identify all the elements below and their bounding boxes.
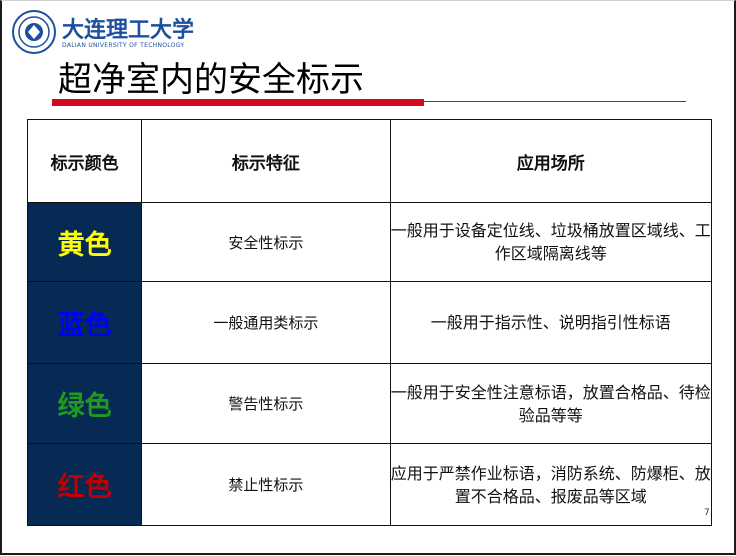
header-sign-feature: 标示特征 <box>141 119 391 203</box>
usage-cell: 一般用于安全性注意标语，放置合格品、待检验品等等 <box>389 363 713 444</box>
usage-cell: 一般用于设备定位线、垃圾桶放置区域线、工作区域隔离线等 <box>389 202 713 282</box>
feature-cell: 禁止性标示 <box>141 443 391 526</box>
feature-cell: 一般通用类标示 <box>141 281 391 364</box>
usage-cell: 一般用于指示性、说明指引性标语 <box>389 281 713 364</box>
color-cell-yellow: 黄色 <box>26 202 143 282</box>
table-row: 蓝色 一般通用类标示 一般用于指示性、说明指引性标语 <box>26 281 713 364</box>
color-cell-blue: 蓝色 <box>26 281 143 364</box>
university-logo: 大连理工大学 DALIAN UNIVERSITY OF TECHNOLOGY <box>12 8 194 56</box>
page-number: 7 <box>704 508 710 518</box>
table-row: 绿色 警告性标示 一般用于安全性注意标语，放置合格品、待检验品等等 <box>26 363 713 444</box>
feature-cell: 警告性标示 <box>141 363 391 444</box>
page-title: 超净室内的安全标示 <box>58 60 364 100</box>
feature-cell: 安全性标示 <box>141 202 391 282</box>
header-application-place: 应用场所 <box>389 119 713 203</box>
logo-chinese-name: 大连理工大学 <box>62 17 195 43</box>
color-cell-red: 红色 <box>26 443 143 526</box>
title-underline-thin <box>424 101 686 102</box>
table-row: 红色 禁止性标示 应用于严禁作业标语，消防系统、防爆柜、放置不合格品、报废品等区… <box>26 443 713 526</box>
usage-cell: 应用于严禁作业标语，消防系统、防爆柜、放置不合格品、报废品等区域 <box>389 443 713 526</box>
table-header-row: 标示颜色 标示特征 应用场所 <box>26 119 713 203</box>
title-underline-bar <box>52 99 424 106</box>
logo-english-name: DALIAN UNIVERSITY OF TECHNOLOGY <box>62 42 185 49</box>
header-sign-color: 标示颜色 <box>26 119 143 203</box>
color-cell-green: 绿色 <box>26 363 143 444</box>
table-row: 黄色 安全性标示 一般用于设备定位线、垃圾桶放置区域线、工作区域隔离线等 <box>26 202 713 282</box>
university-seal-icon <box>12 10 56 54</box>
safety-sign-table: 标示颜色 标示特征 应用场所 黄色 安全性标示 一般用于设备定位线、垃圾桶放置区… <box>26 119 713 526</box>
